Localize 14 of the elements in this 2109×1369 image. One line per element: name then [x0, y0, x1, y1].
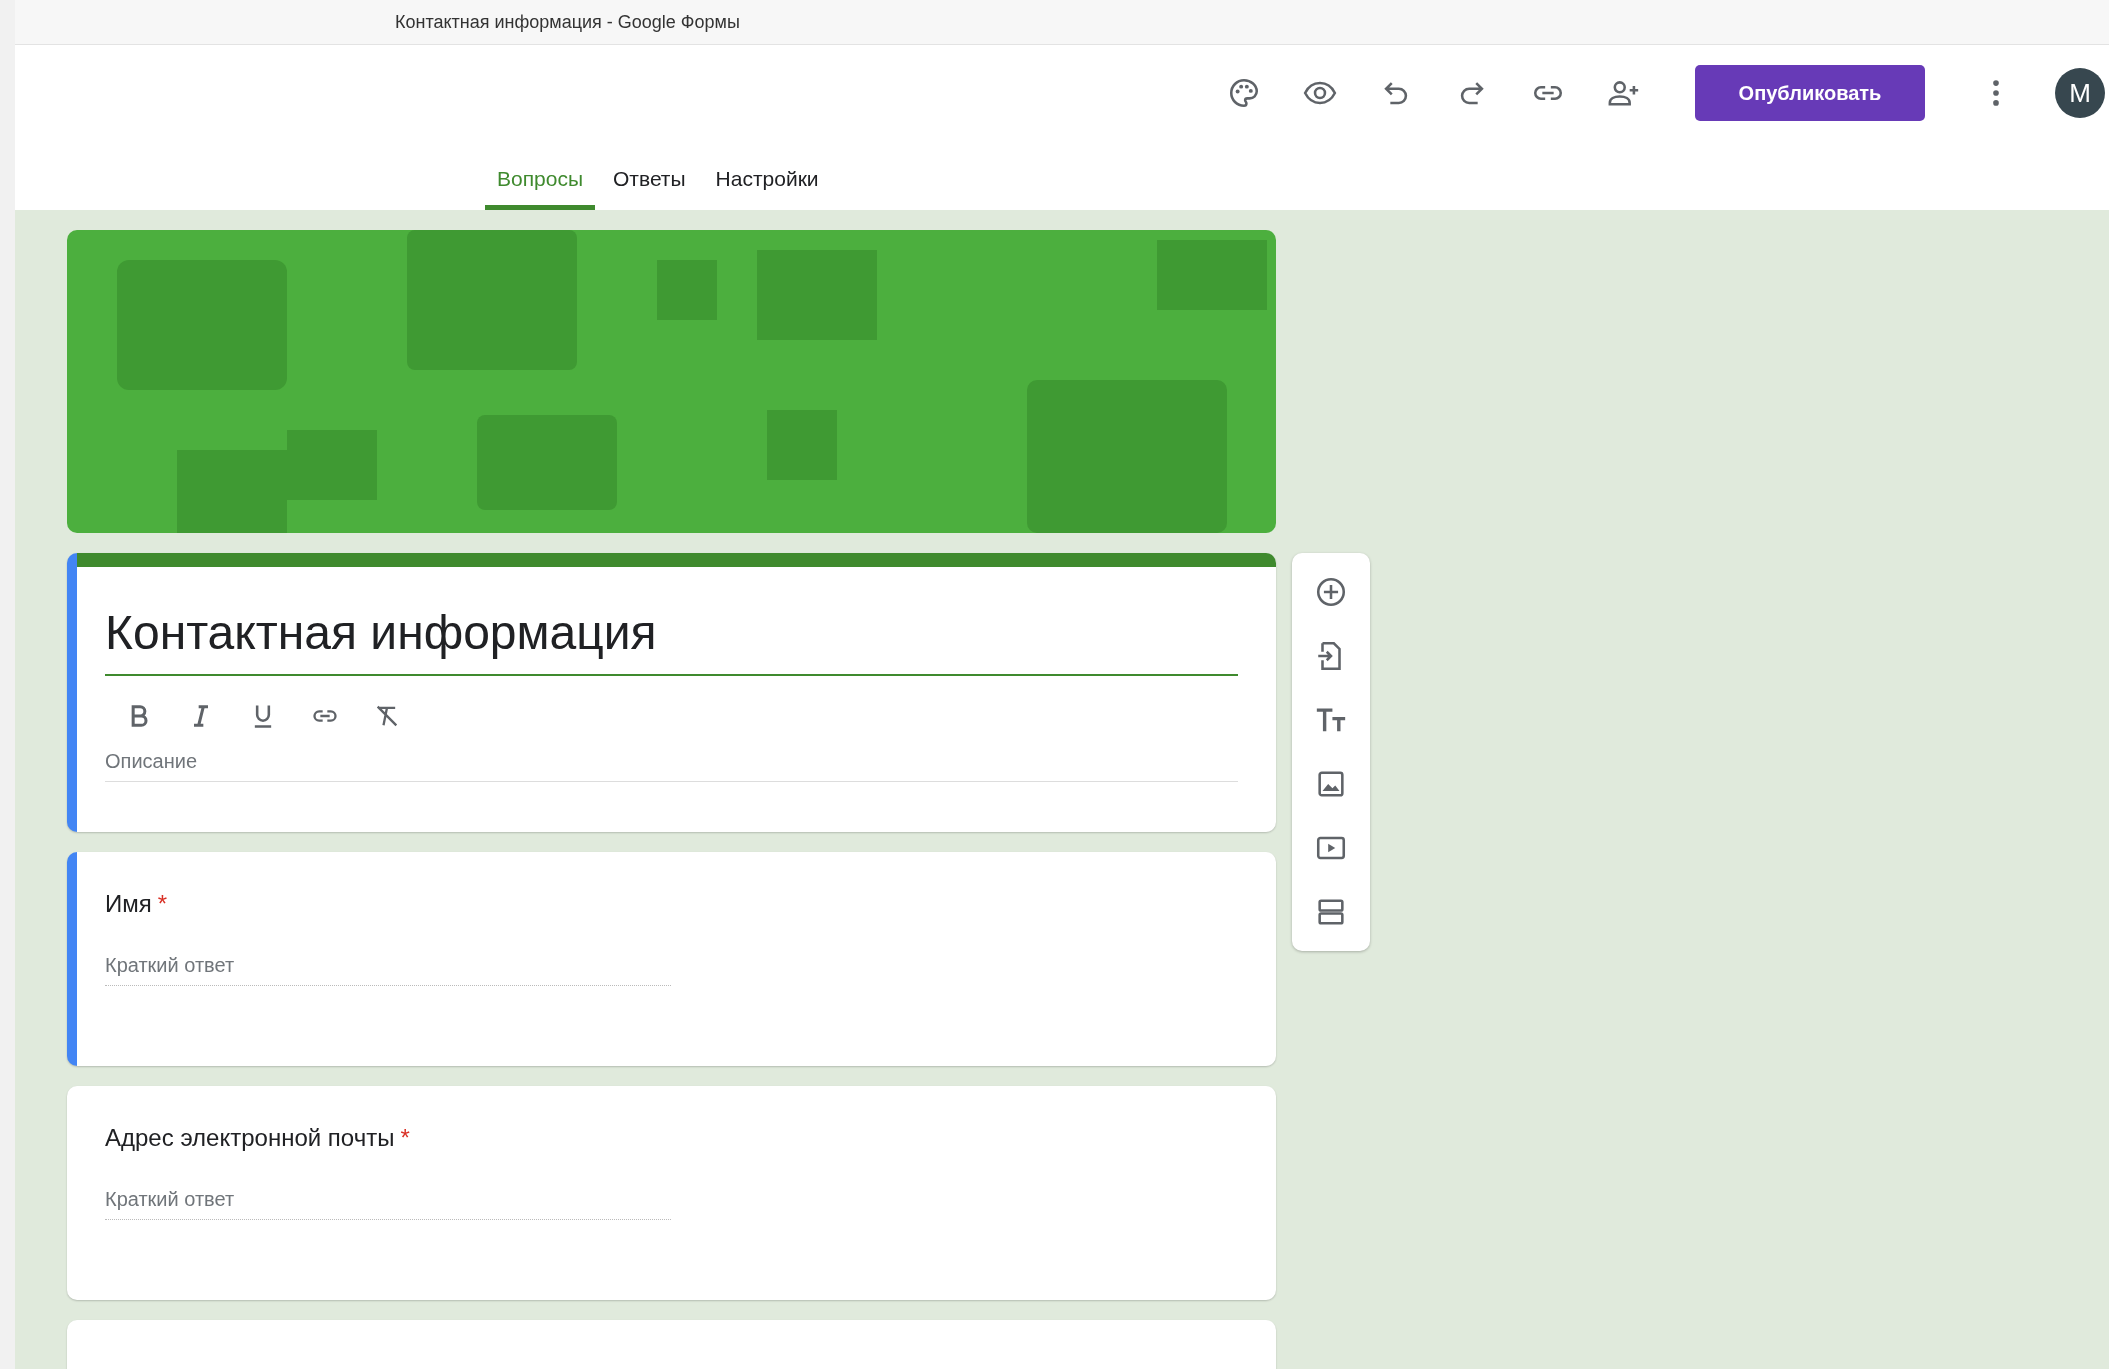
required-asterisk-icon: * [400, 1124, 410, 1152]
tab[interactable]: Настройки [703, 155, 831, 210]
browser-tab-title[interactable]: Контактная информация - Google Формы [395, 11, 740, 33]
palette-icon[interactable] [1227, 76, 1261, 110]
tab[interactable]: Ответы [601, 155, 698, 210]
required-asterisk-icon: * [157, 890, 168, 918]
avatar[interactable]: M [2055, 68, 2105, 118]
question-title: Имя [105, 890, 152, 918]
question-card[interactable]: Имя * Краткий ответ [67, 852, 1276, 1066]
question-title: Адрес электронной почты [105, 1124, 395, 1152]
publish-button[interactable]: Опубликовать [1695, 65, 1925, 121]
form-title[interactable]: Контактная информация [105, 605, 1238, 676]
add-circle-icon[interactable] [1314, 575, 1348, 609]
question-card[interactable]: Адрес электронной почты * Краткий ответ [67, 1086, 1276, 1300]
